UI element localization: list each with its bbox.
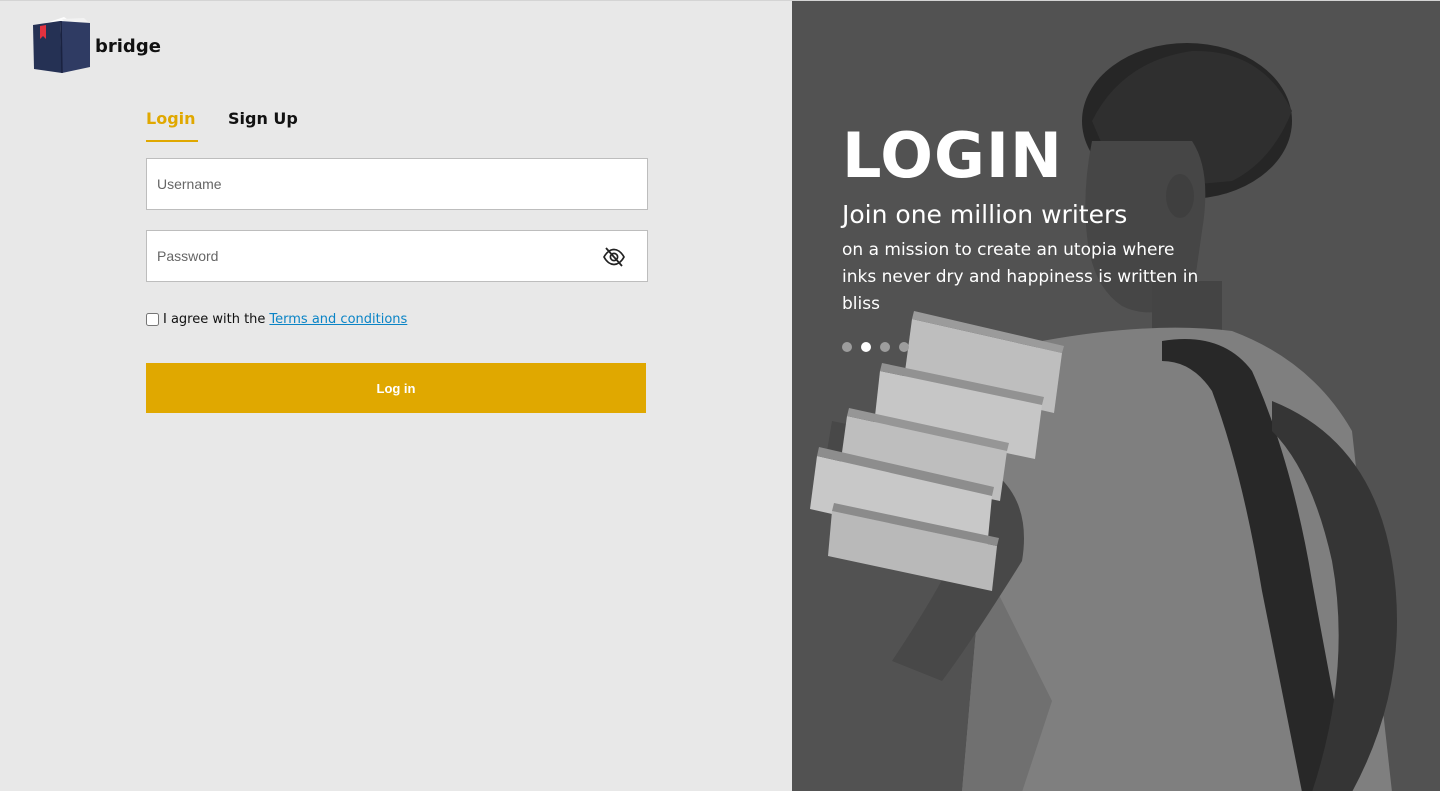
carousel-dots: [842, 342, 918, 352]
password-field: [146, 230, 648, 282]
carousel-dot[interactable]: [861, 342, 871, 352]
eye-off-icon[interactable]: [602, 246, 626, 268]
hero-subtitle: Join one million writers: [842, 200, 1128, 229]
hero-body: on a mission to create an utopia where i…: [842, 240, 1199, 314]
agree-checkbox[interactable]: [146, 313, 159, 326]
carousel-dot[interactable]: [899, 342, 909, 352]
login-button[interactable]: Log in: [146, 363, 646, 413]
brand-name: bridge: [95, 36, 161, 57]
username-input[interactable]: [147, 159, 647, 209]
password-input[interactable]: [147, 231, 647, 281]
hero-title: LOGIN: [842, 119, 1063, 192]
username-field: [146, 158, 648, 210]
tab-login[interactable]: Login: [146, 109, 198, 142]
brand-logo[interactable]: bridge: [32, 17, 161, 73]
book-icon: [32, 17, 92, 73]
tab-sign-up[interactable]: Sign Up: [228, 109, 298, 142]
terms-agreement: I agree with the Terms and conditions: [146, 312, 407, 327]
agree-label: I agree with the: [163, 312, 266, 327]
hero-panel: LOGIN Join one million writers on a miss…: [792, 1, 1440, 791]
auth-tabs: Login Sign Up: [146, 109, 298, 142]
carousel-dot[interactable]: [842, 342, 852, 352]
terms-link[interactable]: Terms and conditions: [269, 312, 407, 327]
login-panel: bridge Login Sign Up I agree with the Te…: [0, 1, 792, 791]
carousel-dot[interactable]: [880, 342, 890, 352]
